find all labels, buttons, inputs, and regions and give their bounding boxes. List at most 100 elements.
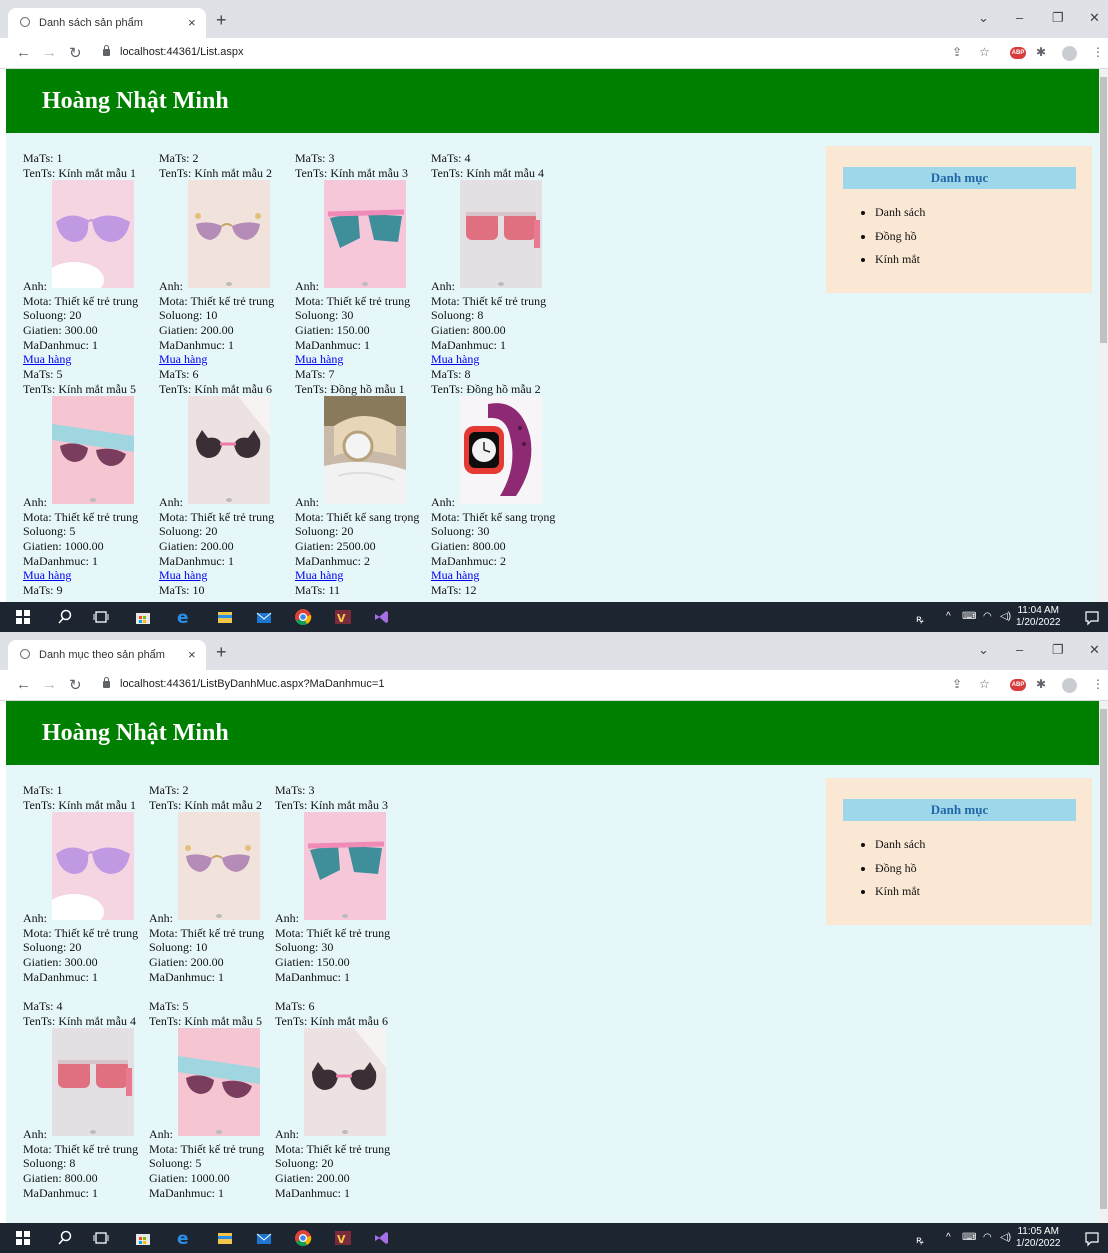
product-id: MaTs: 9 — [23, 583, 63, 597]
system-clock[interactable]: 11:05 AM 1/20/2022 — [1016, 1226, 1061, 1250]
extensions-icon[interactable]: ✱ — [1036, 45, 1046, 59]
input-language-icon[interactable]: ⌨ — [962, 611, 976, 622]
back-icon[interactable]: ← — [16, 44, 31, 61]
vertical-scrollbar[interactable] — [1099, 69, 1108, 602]
people-icon[interactable]: ꝶ — [916, 1232, 924, 1246]
tab-search-icon[interactable]: ⌄ — [978, 10, 989, 26]
sidebar-item-kinh-mat[interactable]: Kính mắt — [875, 884, 1075, 908]
sidebar-item-dong-ho[interactable]: Đồng hồ — [875, 229, 1075, 253]
lock-icon[interactable] — [103, 677, 110, 688]
extensions-icon[interactable]: ✱ — [1036, 677, 1046, 691]
menu-icon[interactable]: ⋮ — [1092, 677, 1104, 691]
product-name: TenTs: Kính mắt mẫu 4 — [431, 165, 544, 180]
product-quantity: Soluong: 30 — [295, 308, 354, 323]
minimize-button[interactable]: – — [1016, 10, 1023, 25]
close-tab-icon[interactable]: × — [188, 15, 196, 30]
scrollbar-thumb[interactable] — [1100, 709, 1107, 1209]
product-image — [178, 812, 260, 921]
visual-paradigm-icon[interactable]: V — [334, 1229, 352, 1247]
tab-search-icon[interactable]: ⌄ — [978, 642, 989, 658]
new-tab-button[interactable]: + — [216, 643, 227, 661]
visual-paradigm-icon[interactable]: V — [334, 608, 352, 626]
product-price: Giatien: 150.00 — [275, 954, 350, 969]
store-icon[interactable] — [134, 1229, 152, 1247]
buy-link[interactable]: Mua hàng — [23, 568, 138, 583]
tray-chevron-icon[interactable]: ^ — [946, 611, 951, 622]
task-view-icon[interactable] — [92, 608, 110, 626]
file-explorer-icon[interactable] — [216, 608, 234, 626]
search-icon[interactable] — [56, 1229, 74, 1247]
reload-icon[interactable]: ↻ — [69, 44, 82, 62]
browser-tab[interactable]: Danh mục theo sản phẩm × — [8, 640, 206, 670]
search-icon[interactable] — [56, 608, 74, 626]
windows-start-icon[interactable] — [14, 1229, 32, 1247]
sidebar-item-kinh-mat[interactable]: Kính mắt — [875, 252, 1075, 276]
adblock-icon[interactable]: ABP — [1010, 47, 1026, 59]
buy-link[interactable]: Mua hàng — [295, 568, 419, 583]
buy-link[interactable]: Mua hàng — [23, 352, 138, 367]
product-name: TenTs: Kính mắt mẫu 4 — [23, 1013, 136, 1028]
tray-chevron-icon[interactable]: ^ — [946, 1232, 951, 1243]
back-icon[interactable]: ← — [16, 676, 31, 693]
restore-button[interactable]: ❐ — [1052, 642, 1064, 658]
wifi-icon[interactable]: ◠ — [983, 611, 992, 622]
sidebar-item-danh-sach[interactable]: Danh sách — [875, 205, 1075, 229]
volume-icon[interactable]: ◁) — [1000, 611, 1011, 622]
file-explorer-icon[interactable] — [216, 1229, 234, 1247]
visual-studio-icon[interactable] — [372, 1229, 390, 1247]
scrollbar-thumb[interactable] — [1100, 77, 1107, 343]
product-description: Mota: Thiết kế trẻ trung — [275, 925, 391, 940]
mail-icon[interactable] — [255, 608, 273, 626]
volume-icon[interactable]: ◁) — [1000, 1232, 1011, 1243]
product-category-id: MaDanhmuc: 1 — [159, 553, 234, 568]
buy-link[interactable]: Mua hàng — [295, 352, 410, 367]
sidebar-item-danh-sach[interactable]: Danh sách — [875, 837, 1075, 861]
menu-icon[interactable]: ⋮ — [1092, 45, 1104, 59]
close-tab-icon[interactable]: × — [188, 647, 196, 662]
buy-link[interactable]: Mua hàng — [159, 568, 274, 583]
close-window-button[interactable]: ✕ — [1089, 10, 1100, 26]
browser-tab[interactable]: Danh sách sản phẩm × — [8, 8, 206, 38]
close-window-button[interactable]: ✕ — [1089, 642, 1100, 658]
task-view-icon[interactable] — [92, 1229, 110, 1247]
chrome-icon[interactable] — [294, 608, 312, 626]
share-icon[interactable]: ⇪ — [952, 45, 962, 59]
profile-avatar-icon[interactable] — [1062, 46, 1077, 61]
forward-icon[interactable]: → — [42, 44, 57, 61]
notifications-icon[interactable] — [1083, 608, 1101, 626]
edge-icon[interactable]: e — [175, 608, 193, 626]
forward-icon[interactable]: → — [42, 676, 57, 693]
restore-button[interactable]: ❐ — [1052, 10, 1064, 26]
new-tab-button[interactable]: + — [216, 11, 227, 29]
site-title: Hoàng Nhật Minh — [42, 88, 229, 114]
buy-link[interactable]: Mua hàng — [431, 352, 546, 367]
bookmark-star-icon[interactable]: ☆ — [979, 677, 990, 691]
vertical-scrollbar[interactable] — [1099, 701, 1108, 1234]
store-icon[interactable] — [134, 608, 152, 626]
input-language-icon[interactable]: ⌨ — [962, 1232, 976, 1243]
share-icon[interactable]: ⇪ — [952, 677, 962, 691]
wifi-icon[interactable]: ◠ — [983, 1232, 992, 1243]
mail-icon[interactable] — [255, 1229, 273, 1247]
buy-link[interactable]: Mua hàng — [159, 352, 274, 367]
windows-start-icon[interactable] — [14, 608, 32, 626]
buy-link[interactable]: Mua hàng — [431, 568, 555, 583]
people-icon[interactable]: ꝶ — [916, 611, 924, 625]
system-clock[interactable]: 11:04 AM 1/20/2022 — [1016, 605, 1061, 629]
lock-icon[interactable] — [103, 45, 110, 56]
chrome-icon[interactable] — [294, 1229, 312, 1247]
notifications-icon[interactable] — [1083, 1229, 1101, 1247]
reload-icon[interactable]: ↻ — [69, 676, 82, 694]
bookmark-star-icon[interactable]: ☆ — [979, 45, 990, 59]
url-field[interactable]: localhost:44361/List.aspx — [120, 46, 244, 58]
profile-avatar-icon[interactable] — [1062, 678, 1077, 693]
sidebar-item-dong-ho[interactable]: Đồng hồ — [875, 861, 1075, 885]
adblock-icon[interactable]: ABP — [1010, 679, 1026, 691]
edge-icon[interactable]: e — [175, 1229, 193, 1247]
visual-studio-icon[interactable] — [372, 608, 390, 626]
minimize-button[interactable]: – — [1016, 642, 1023, 657]
url-field[interactable]: localhost:44361/ListByDanhMuc.aspx?MaDan… — [120, 678, 384, 690]
product-name: TenTs: Kính mắt mẫu 1 — [23, 165, 136, 180]
clock-time: 11:05 AM — [1017, 1226, 1059, 1237]
product-card: MaTs: 6 TenTs: Kính mắt mẫu 6 Anh: Mota: Th… — [159, 367, 274, 583]
